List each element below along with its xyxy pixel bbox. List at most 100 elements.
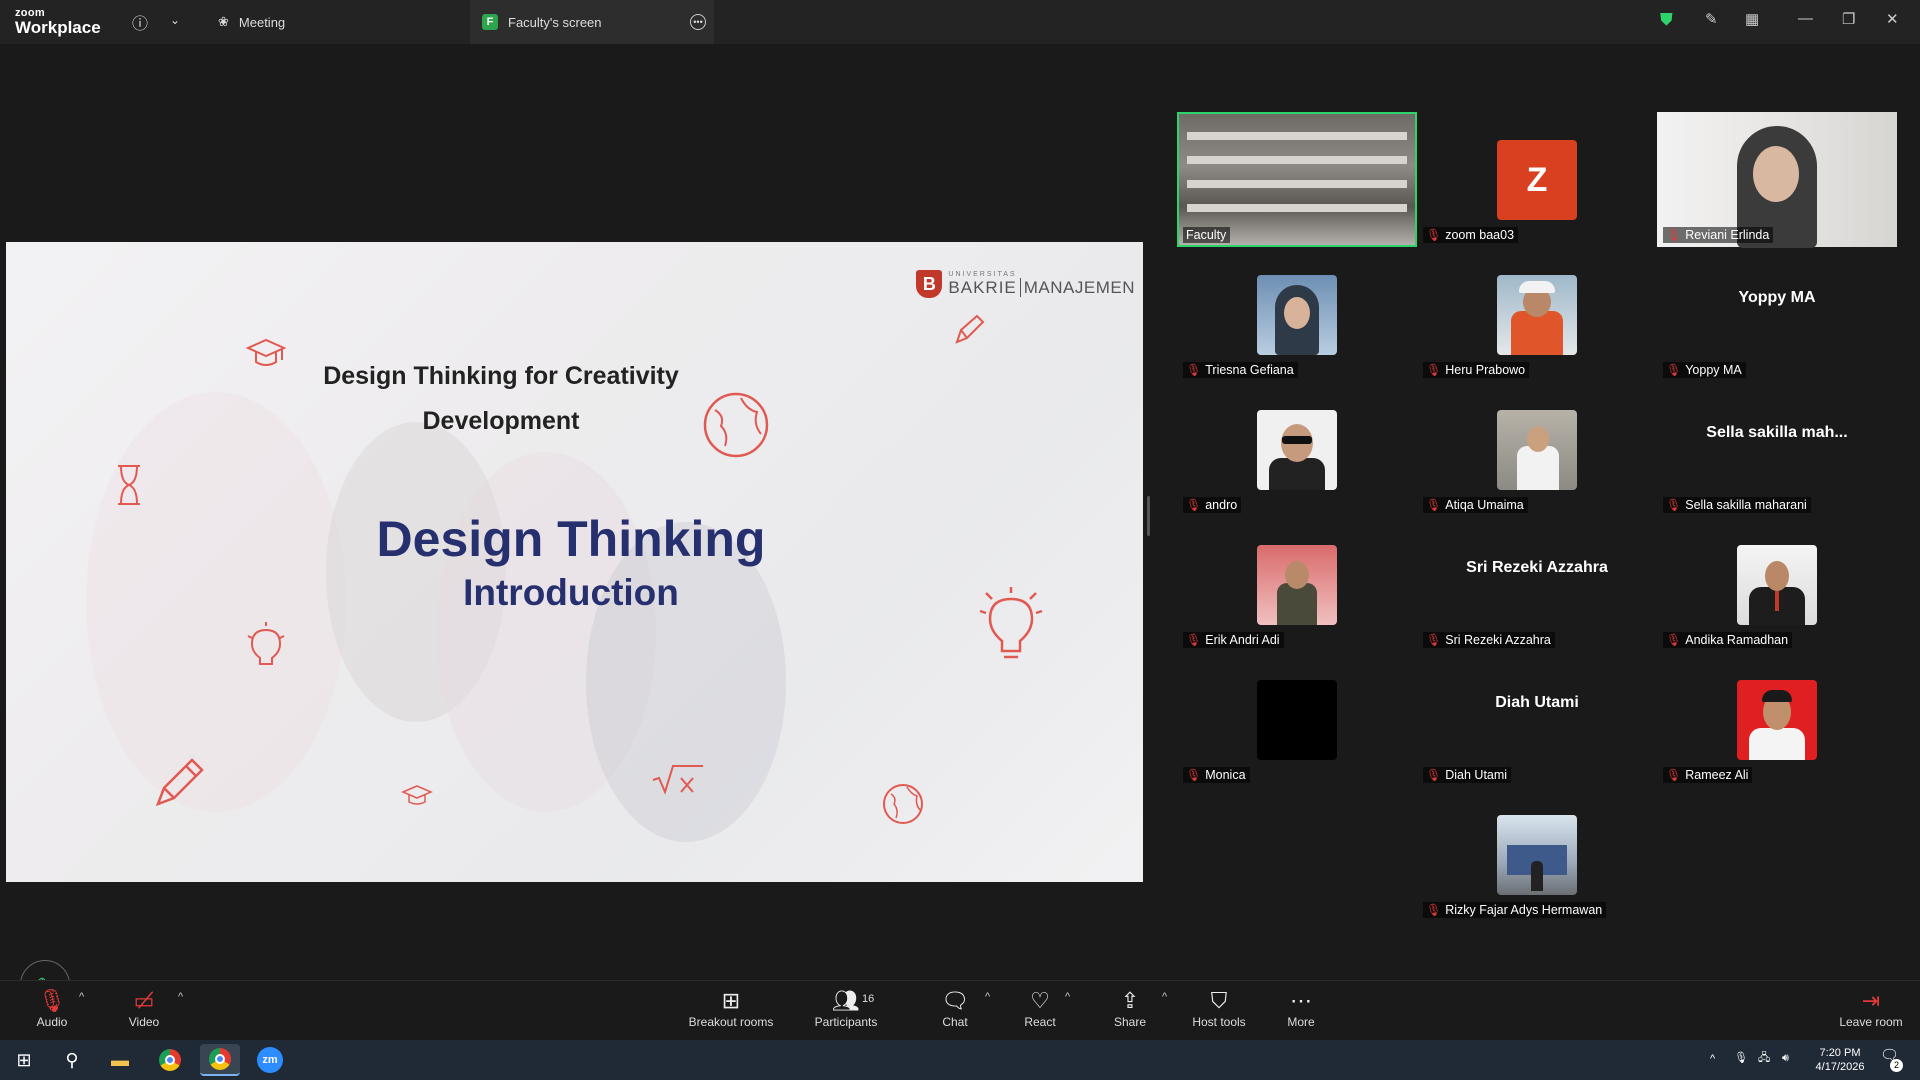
- shared-screen: B UNIVERSITAS BAKRIE MANAJEMEN Design Thi…: [6, 242, 1143, 882]
- video-tile[interactable]: Z 🎙︎ zoom baa03: [1417, 112, 1657, 247]
- mic-muted-icon: 🎙︎: [1426, 363, 1442, 377]
- restore-icon[interactable]: ❐: [1842, 10, 1855, 28]
- video-tile[interactable]: 🎙︎ Erik Andri Adi: [1177, 517, 1417, 652]
- video-tile[interactable]: 🎙︎ Atiqa Umaima: [1417, 382, 1657, 517]
- video-tile[interactable]: Faculty: [1177, 112, 1417, 247]
- mic-muted-icon: 🎙︎: [1426, 498, 1442, 512]
- slide-title: Design Thinking for Creativity Developme…: [323, 362, 679, 435]
- more-button[interactable]: ⋯ More: [1256, 987, 1346, 1029]
- mic-muted-icon: 🎙︎: [1426, 768, 1442, 782]
- react-options-caret[interactable]: ^: [1065, 991, 1070, 1003]
- react-button[interactable]: ♡ React: [995, 987, 1085, 1029]
- mic-muted-icon: 🎙︎: [1666, 228, 1682, 242]
- mic-muted-icon: 🎙︎: [1666, 633, 1682, 647]
- zoom-logo: zoom Workplace: [15, 7, 101, 37]
- security-shield-icon[interactable]: ⛊: [1660, 10, 1673, 30]
- participant-name: 🎙︎ zoom baa03: [1423, 227, 1519, 243]
- video-tile[interactable]: 🎙︎ Monica: [1177, 652, 1417, 787]
- split-divider[interactable]: [1147, 496, 1150, 536]
- avatar: [1257, 680, 1337, 760]
- leave-icon: ⇥: [1861, 988, 1881, 1013]
- hourglass-icon: [118, 465, 140, 505]
- participant-name: 🎙︎ Andika Ramadhan: [1663, 632, 1793, 648]
- avatar: [1257, 545, 1337, 625]
- leave-room-button[interactable]: ⇥ Leave room: [1826, 987, 1916, 1029]
- square-root-icon: [652, 765, 703, 795]
- breakout-grid-icon: ⊞: [721, 988, 741, 1013]
- avatar: [1737, 680, 1817, 760]
- participant-name: 🎙︎ Reviani Erlinda: [1663, 227, 1774, 243]
- globe-icon: [883, 784, 923, 824]
- video-tile[interactable]: 🎙︎ Rizky Fajar Adys Hermawan: [1417, 787, 1657, 922]
- video-tile[interactable]: 🎙︎ Andika Ramadhan: [1657, 517, 1897, 652]
- search-icon[interactable]: ⚲: [52, 1044, 92, 1076]
- graduation-cap-icon: [401, 785, 433, 805]
- host-shield-icon: ⛉: [1210, 988, 1228, 1013]
- more-options-icon[interactable]: •••: [690, 14, 706, 30]
- share-options-caret[interactable]: ^: [1162, 991, 1167, 1003]
- video-tile[interactable]: 🎙︎ Heru Prabowo: [1417, 247, 1657, 382]
- participants-icon: 👥︎: [832, 988, 860, 1013]
- participant-display-name: Sella sakilla mah...: [1706, 424, 1848, 441]
- microphone-icon[interactable]: 🎙︎: [1734, 1051, 1748, 1065]
- chevron-down-icon[interactable]: ⌄: [170, 13, 180, 27]
- participant-name: 🎙︎ andro: [1183, 497, 1242, 513]
- mic-muted-icon: 🎙︎: [1186, 633, 1202, 647]
- zoom-app-icon[interactable]: zm: [250, 1044, 290, 1076]
- participant-name: Faculty: [1183, 227, 1231, 243]
- minimize-icon[interactable]: —: [1798, 10, 1813, 27]
- network-icon[interactable]: 🖧: [1758, 1051, 1770, 1065]
- participant-name: 🎙︎ Rameez Ali: [1663, 767, 1753, 783]
- video-tile[interactable]: 🎙︎ Rameez Ali: [1657, 652, 1897, 787]
- file-explorer-icon[interactable]: ▬: [100, 1044, 140, 1076]
- chrome-icon[interactable]: [200, 1044, 240, 1076]
- video-tile[interactable]: Sri Rezeki Azzahra 🎙︎ Sri Rezeki Azzahra: [1417, 517, 1657, 652]
- video-tile[interactable]: 🎙︎ Triesna Gefiana: [1177, 247, 1417, 382]
- host-tools-button[interactable]: ⛉ Host tools: [1174, 987, 1264, 1029]
- meeting-icon: ❀: [218, 14, 229, 29]
- info-icon[interactable]: ⓘ: [132, 10, 148, 34]
- mic-muted-icon: 🎙︎: [1666, 768, 1682, 782]
- chat-options-caret[interactable]: ^: [985, 991, 990, 1003]
- lightbulb-icon: [247, 622, 285, 665]
- mic-muted-icon: 🎙︎: [1426, 633, 1442, 647]
- audio-options-caret[interactable]: ^: [79, 991, 84, 1003]
- annotate-pen-icon[interactable]: ✎: [1705, 10, 1718, 28]
- title-bar: zoom Workplace ⓘ ⌄ ❀ Meeting F Faculty's…: [0, 0, 1920, 44]
- meeting-area: B UNIVERSITAS BAKRIE MANAJEMEN Design Thi…: [0, 44, 1920, 1010]
- windows-start-icon[interactable]: ⊞: [4, 1044, 44, 1076]
- participants-count: 16: [862, 993, 875, 1005]
- breakout-rooms-button[interactable]: ⊞ Breakout rooms: [686, 987, 776, 1029]
- clock[interactable]: 7:20 PM 4/17/2026: [1805, 1046, 1875, 1074]
- notifications-icon[interactable]: 🗨︎ 2: [1880, 1048, 1903, 1072]
- chrome-icon[interactable]: [150, 1044, 190, 1076]
- show-hidden-icons[interactable]: ^: [1710, 1052, 1715, 1066]
- layout-icon[interactable]: ▦: [1745, 10, 1759, 28]
- participant-name: 🎙︎ Heru Prabowo: [1423, 362, 1530, 378]
- close-icon[interactable]: ✕: [1886, 10, 1899, 28]
- mic-muted-icon: 🎙︎: [1666, 363, 1682, 377]
- video-tile[interactable]: Diah Utami 🎙︎ Diah Utami: [1417, 652, 1657, 787]
- video-tile[interactable]: 🎙︎ Reviani Erlinda: [1657, 112, 1897, 248]
- university-logo: B UNIVERSITAS BAKRIE MANAJEMEN: [916, 270, 1135, 298]
- volume-icon[interactable]: 🔊︎: [1782, 1051, 1789, 1065]
- avatar: Z: [1497, 140, 1577, 220]
- video-off-icon: ▭̸: [133, 988, 155, 1013]
- windows-taskbar: ⊞ ⚲ ▬ zm ^ 🎙︎ 🖧 🔊︎ 7:20 PM 4/17/2026 🗨︎ 2: [0, 1040, 1920, 1080]
- tab-faculty-screen[interactable]: F Faculty's screen •••: [470, 0, 714, 44]
- mic-muted-icon: 🎙︎: [1666, 498, 1682, 512]
- video-options-caret[interactable]: ^: [178, 991, 183, 1003]
- participant-name: 🎙︎ Atiqa Umaima: [1423, 497, 1528, 513]
- participants-button[interactable]: 👥︎ Participants: [801, 987, 891, 1029]
- video-tile[interactable]: Yoppy MA 🎙︎ Yoppy MA: [1657, 247, 1897, 382]
- avatar: [1257, 275, 1337, 355]
- video-tile[interactable]: Sella sakilla mah... 🎙︎ Sella sakilla mah…: [1657, 382, 1897, 517]
- video-button[interactable]: ▭̸ Video: [99, 987, 189, 1029]
- pencil-icon: [155, 758, 204, 807]
- graduation-cap-icon: [245, 338, 287, 366]
- participant-name: 🎙︎ Diah Utami: [1423, 767, 1512, 783]
- tab-meeting[interactable]: ❀ Meeting: [218, 0, 468, 44]
- meeting-toolbar: 🎙︎ Audio ^ ▭̸ Video ^ ⊞ Breakout rooms 👥…: [0, 980, 1920, 1040]
- video-tile[interactable]: 🎙︎ andro: [1177, 382, 1417, 517]
- participant-display-name: Diah Utami: [1495, 694, 1579, 711]
